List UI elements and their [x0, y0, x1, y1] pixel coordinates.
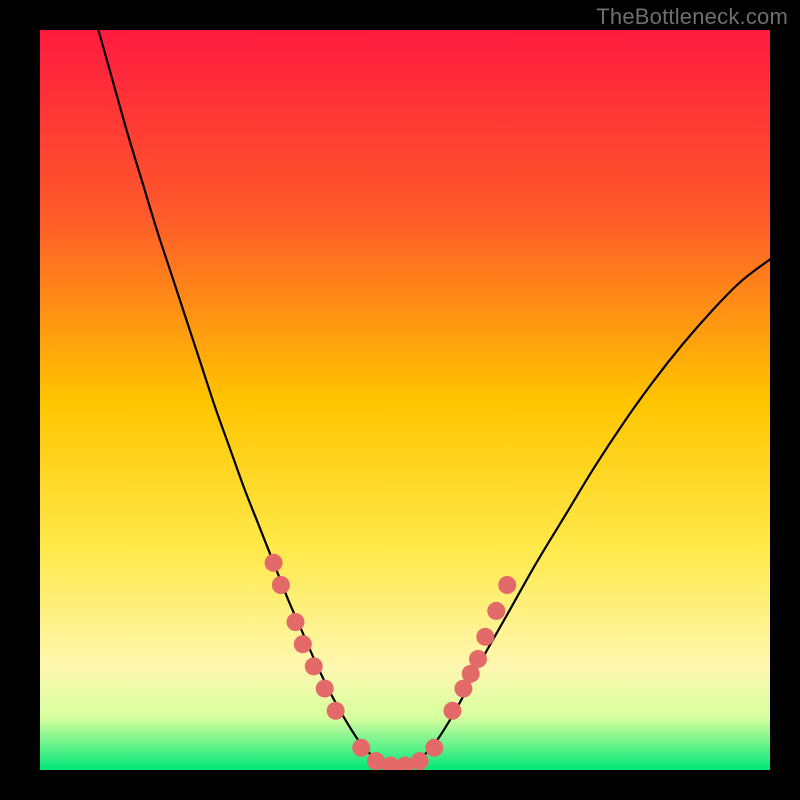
marker-dot: [287, 613, 305, 631]
chart-svg: [40, 30, 770, 770]
gradient-background: [40, 30, 770, 770]
marker-dot: [425, 739, 443, 757]
marker-dot: [352, 739, 370, 757]
plot-area: [40, 30, 770, 770]
marker-dot: [411, 752, 429, 770]
marker-dot: [469, 650, 487, 668]
marker-dot: [498, 576, 516, 594]
marker-dot: [305, 657, 323, 675]
watermark-label: TheBottleneck.com: [596, 4, 788, 30]
chart-frame: TheBottleneck.com: [0, 0, 800, 800]
marker-dot: [272, 576, 290, 594]
marker-dot: [294, 635, 312, 653]
marker-dot: [265, 554, 283, 572]
marker-dot: [476, 628, 494, 646]
marker-dot: [316, 680, 334, 698]
marker-dot: [487, 602, 505, 620]
marker-dot: [443, 702, 461, 720]
marker-dot: [327, 702, 345, 720]
